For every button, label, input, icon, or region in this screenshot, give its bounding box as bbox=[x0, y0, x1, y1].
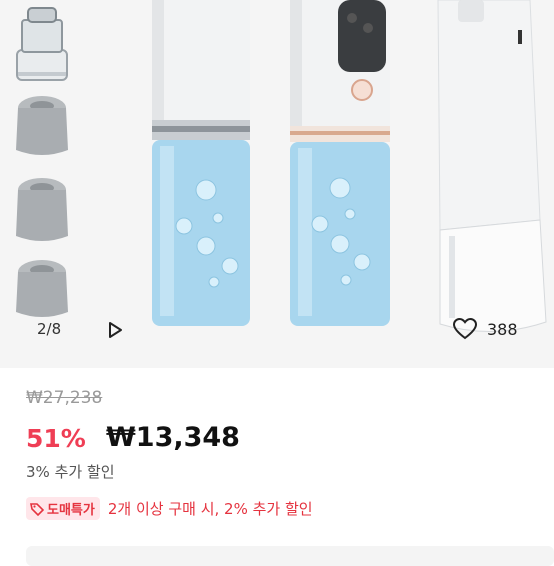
promo-text: 2개 이상 구매 시, 2% 추가 할인 bbox=[107, 500, 313, 518]
wholesale-promo: 도매특가 2개 이상 구매 시, 2% 추가 할인 bbox=[26, 497, 313, 520]
promo-badge-label: 도매특가 bbox=[47, 503, 95, 518]
image-counter: 2/8 bbox=[37, 320, 62, 338]
extra-discount: 3% 추가 할인 bbox=[26, 463, 115, 481]
water-flosser-device-1 bbox=[152, 0, 250, 326]
tag-icon bbox=[30, 502, 44, 516]
play-button[interactable] bbox=[105, 320, 125, 340]
clear-nozzle-tip bbox=[16, 7, 68, 81]
next-section-bar bbox=[26, 546, 554, 566]
gray-nozzle-tip-3 bbox=[16, 260, 68, 317]
discount-rate: 51% bbox=[26, 424, 86, 453]
original-price: ₩27,238 bbox=[26, 388, 103, 408]
product-image bbox=[16, 0, 547, 333]
promo-badge: 도매특가 bbox=[26, 497, 100, 520]
heart-outline-icon bbox=[453, 318, 477, 340]
like-count: 388 bbox=[487, 319, 518, 339]
play-icon bbox=[109, 322, 122, 338]
gray-nozzle-tip-2 bbox=[16, 178, 68, 241]
sale-price: ₩13,348 bbox=[106, 422, 240, 453]
water-flosser-device-3 bbox=[437, 0, 547, 333]
water-flosser-device-2 bbox=[290, 0, 390, 326]
like-button[interactable]: 388 bbox=[453, 318, 518, 340]
product-image-gallery[interactable]: 2/8 388 bbox=[0, 0, 554, 368]
gray-nozzle-tip-1 bbox=[16, 96, 68, 155]
